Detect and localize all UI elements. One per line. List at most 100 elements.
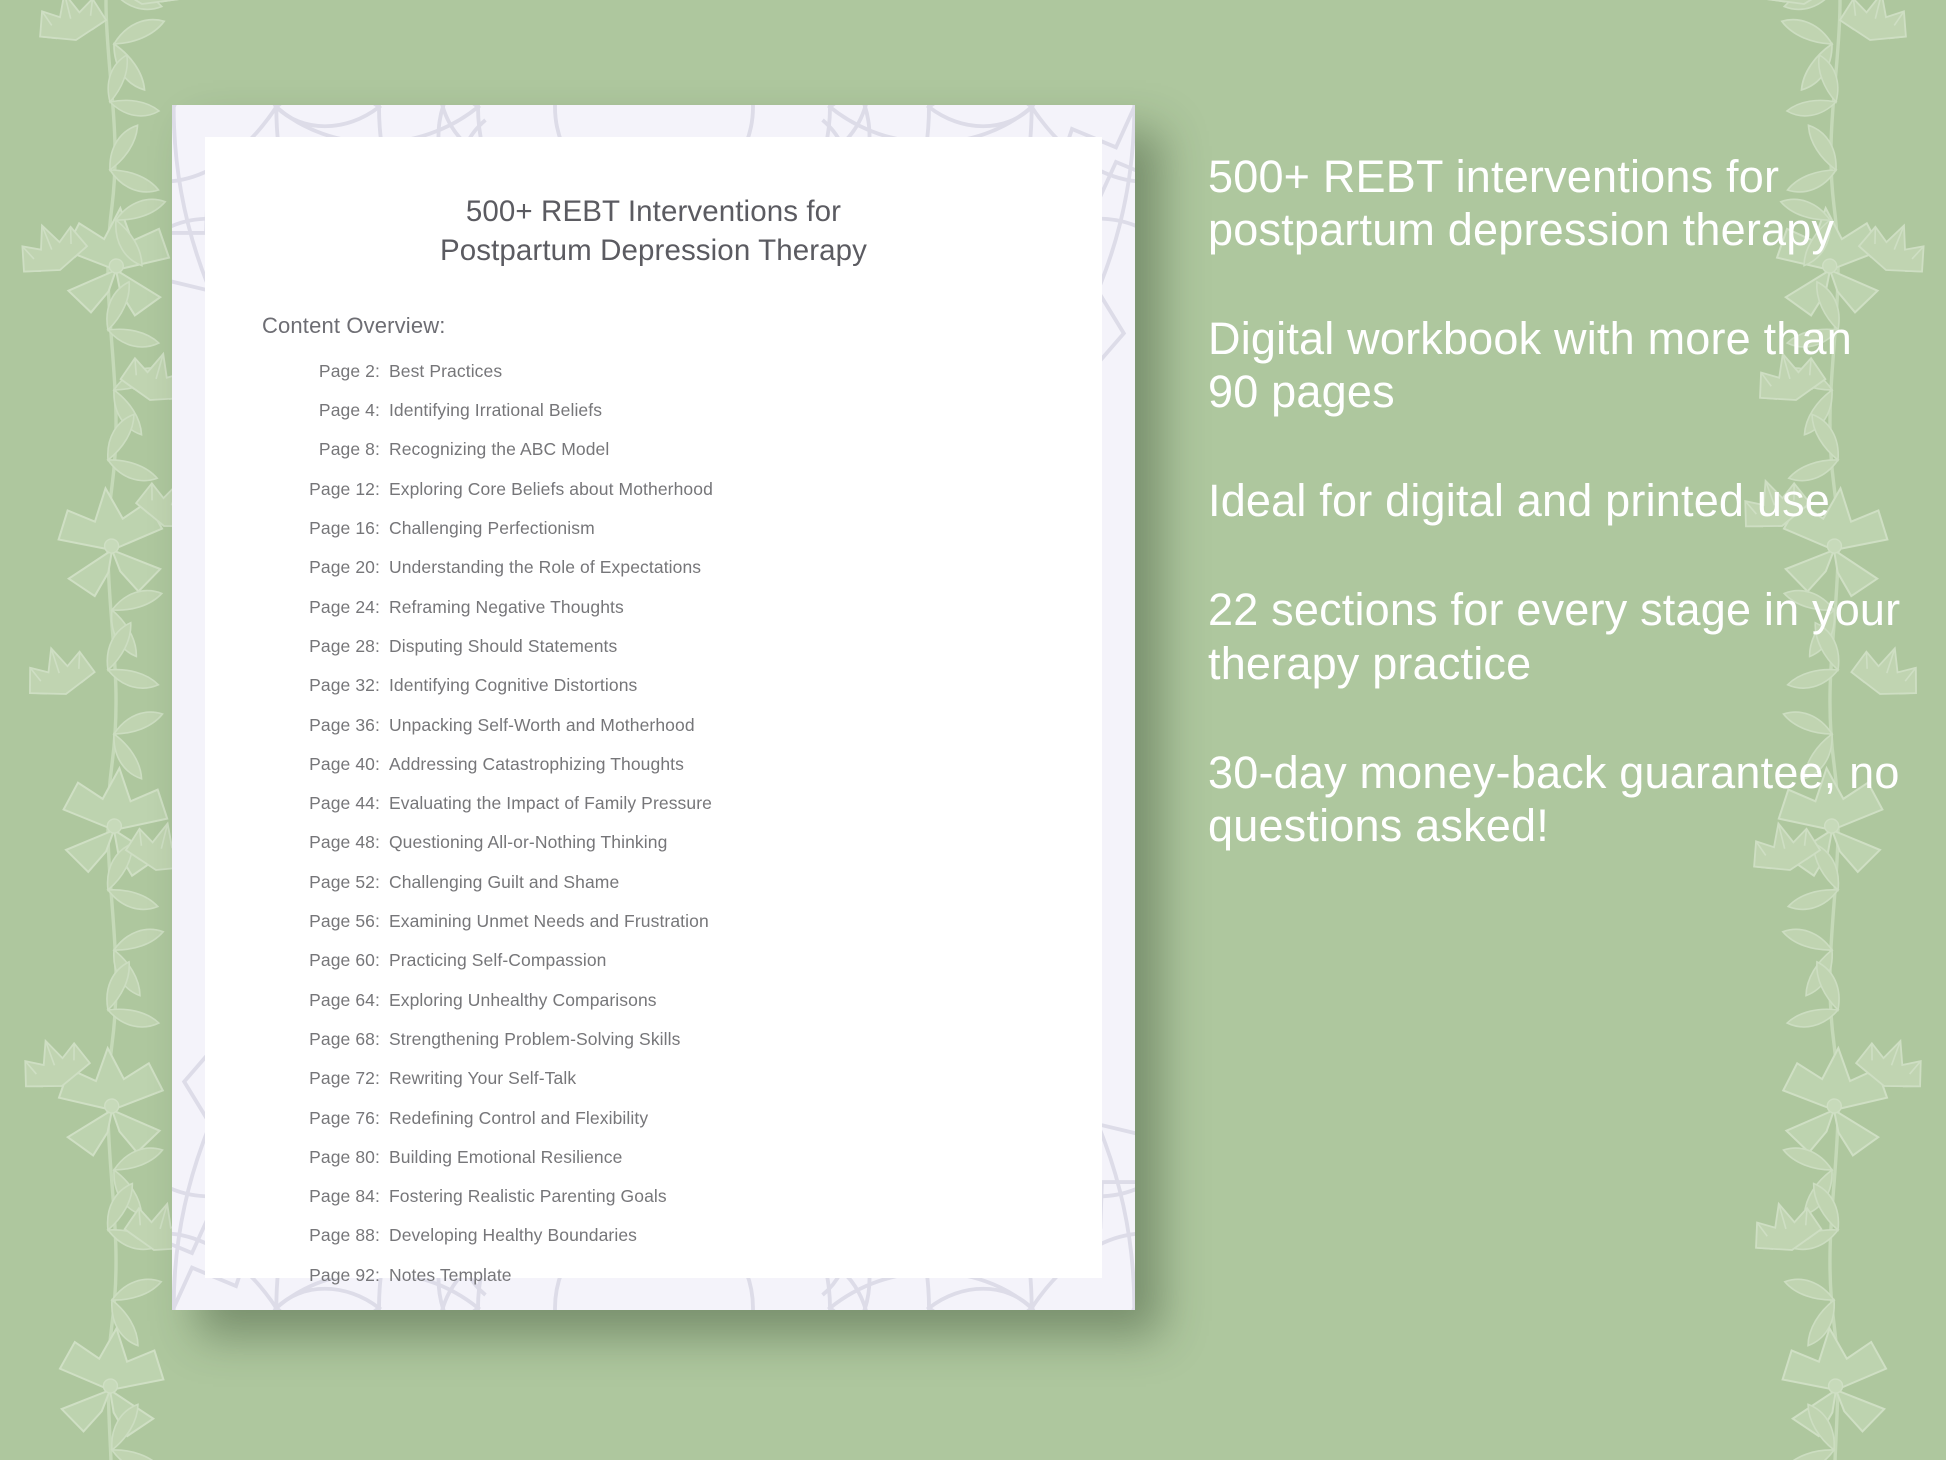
toc-entry-page-number: Page 40	[309, 753, 375, 774]
toc-entry[interactable]: Page 36: Unpacking Self-Worth and Motherh…	[290, 715, 1102, 754]
toc-entry[interactable]: Page 72: Rewriting Your Self-Talk	[290, 1068, 1102, 1107]
toc-entry-separator: :	[375, 950, 380, 971]
toc-entry[interactable]: Page 40: Addressing Catastrophizing Thoug…	[290, 754, 1102, 793]
toc-entry[interactable]: Page 64: Exploring Unhealthy Comparisons	[290, 990, 1102, 1029]
toc-entry-page-number: Page 12	[309, 478, 375, 499]
toc-entry-page-number: Page 56	[309, 911, 375, 932]
toc-entry-label: Fostering Realistic Parenting Goals	[388, 1186, 667, 1207]
toc-entry[interactable]: Page 20: Understanding the Role of Expect…	[290, 557, 1102, 596]
toc-entry-separator: :	[375, 871, 380, 892]
toc-entry-page-number: Page 68	[309, 1028, 375, 1049]
toc-entry-separator: :	[375, 911, 380, 932]
toc-entry[interactable]: Page 88: Developing Healthy Boundaries	[290, 1225, 1102, 1264]
toc-entry-separator: :	[375, 1186, 380, 1207]
toc-entry[interactable]: Page 4: Identifying Irrational Beliefs	[290, 400, 1102, 439]
toc-entry-label: Recognizing the ABC Model	[388, 439, 610, 460]
toc-entry[interactable]: Page 56: Examining Unmet Needs and Frustr…	[290, 911, 1102, 950]
toc-entry-label: Understanding the Role of Expectations	[388, 557, 702, 578]
promo-paragraph: Ideal for digital and printed use	[1208, 475, 1831, 527]
poster-canvas: 500+ REBT Interventions for Postpartum D…	[0, 0, 1946, 1460]
page-title-line-2: Postpartum Depression Therapy	[439, 233, 868, 267]
toc-entry-label: Practicing Self-Compassion	[388, 950, 607, 971]
toc-entry-page-number: Page 20	[309, 557, 375, 578]
toc-entry-separator: :	[375, 557, 380, 578]
toc-entry[interactable]: Page 76: Redefining Control and Flexibili…	[290, 1108, 1102, 1147]
toc-entry-separator: :	[375, 675, 380, 696]
promo-paragraph: 22 sections for every stage in your ther…	[1208, 584, 1901, 689]
toc-entry-separator: :	[375, 832, 380, 853]
toc-entry[interactable]: Page 92: Notes Template	[290, 1265, 1102, 1304]
toc-entry[interactable]: Page 44: Evaluating the Impact of Family …	[290, 793, 1102, 832]
toc-entry-separator: :	[375, 1225, 380, 1246]
toc-entry-label: Identifying Cognitive Distortions	[388, 675, 638, 696]
toc-entry[interactable]: Page 84: Fostering Realistic Parenting Go…	[290, 1186, 1102, 1225]
toc-entry-label: Strengthening Problem-Solving Skills	[388, 1028, 681, 1049]
toc-entry-label: Challenging Perfectionism	[388, 518, 595, 539]
toc-entry-page-number: Page 60	[309, 950, 375, 971]
toc-entry-page-number: Page 36	[309, 714, 375, 735]
toc-entry[interactable]: Page 32: Identifying Cognitive Distortion…	[290, 675, 1102, 714]
toc-entry-page-number: Page 44	[309, 793, 375, 814]
toc-entry-page-number: Page 76	[309, 1107, 375, 1128]
toc-entry-page-number: Page 84	[309, 1186, 375, 1207]
toc-entry-separator: :	[375, 360, 380, 381]
toc-entry-separator: :	[375, 596, 380, 617]
toc-entry-label: Rewriting Your Self-Talk	[388, 1068, 577, 1089]
toc-entry-separator: :	[375, 1107, 380, 1128]
toc-entry-separator: :	[375, 1146, 380, 1167]
promo-paragraph: Digital workbook with more than 90 pages	[1208, 313, 1852, 418]
toc-entry[interactable]: Page 52: Challenging Guilt and Shame	[290, 872, 1102, 911]
document-page: 500+ REBT Interventions for Postpartum D…	[205, 137, 1102, 1285]
toc-entry-page-number: Page 2	[318, 360, 375, 381]
toc-entry-label: Addressing Catastrophizing Thoughts	[388, 753, 684, 774]
toc-entry[interactable]: Page 68: Strengthening Problem-Solving Sk…	[290, 1029, 1102, 1068]
toc-entry[interactable]: Page 8: Recognizing the ABC Model	[290, 439, 1102, 478]
toc-entry-label: Examining Unmet Needs and Frustration	[388, 911, 709, 932]
toc-entry-page-number: Page 80	[309, 1146, 375, 1167]
toc-entry-page-number: Page 28	[309, 635, 375, 656]
toc-entry-page-number: Page 16	[309, 518, 375, 539]
content-overview-heading: Content Overview:	[262, 312, 446, 338]
toc-entry-separator: :	[375, 1068, 380, 1089]
toc-entry-separator: :	[375, 1028, 380, 1049]
toc-entry-page-number: Page 64	[309, 989, 375, 1010]
toc-entry-label: Identifying Irrational Beliefs	[388, 400, 603, 421]
toc-entry-separator: :	[375, 439, 380, 460]
toc-entry-page-number: Page 8	[318, 439, 375, 460]
toc-entry[interactable]: Page 12: Exploring Core Beliefs about Mot…	[290, 479, 1102, 518]
toc-entry-label: Developing Healthy Boundaries	[388, 1225, 638, 1246]
promo-paragraph: 30-day money-back guarantee, no question…	[1208, 746, 1900, 851]
toc-entry[interactable]: Page 16: Challenging Perfectionism	[290, 518, 1102, 557]
document-preview-card[interactable]: 500+ REBT Interventions for Postpartum D…	[172, 105, 1135, 1310]
toc-entry-separator: :	[375, 478, 380, 499]
toc-entry[interactable]: Page 80: Building Emotional Resilience	[290, 1147, 1102, 1186]
toc-entry-page-number: Page 24	[309, 596, 375, 617]
toc-entry-page-number: Page 88	[309, 1225, 375, 1246]
page-title: 500+ REBT Interventions for Postpartum D…	[205, 137, 1102, 271]
toc-entry[interactable]: Page 2: Best Practices	[290, 361, 1102, 400]
toc-entry-label: Notes Template	[388, 1264, 512, 1285]
toc-entry-label: Redefining Control and Flexibility	[388, 1107, 649, 1128]
toc-entry-page-number: Page 32	[309, 675, 375, 696]
toc-entry-separator: :	[375, 1264, 380, 1285]
page-title-line-1: 500+ REBT Interventions for	[465, 195, 842, 228]
toc-entry-label: Unpacking Self-Worth and Motherhood	[388, 714, 695, 735]
toc-entry-separator: :	[375, 714, 380, 735]
toc-entry-page-number: Page 72	[309, 1068, 375, 1089]
toc-entry-label: Reframing Negative Thoughts	[388, 596, 624, 617]
toc-entry-separator: :	[375, 635, 380, 656]
toc-entry-label: Building Emotional Resilience	[388, 1146, 623, 1167]
toc-entry-label: Evaluating the Impact of Family Pressure	[388, 793, 712, 814]
toc-entry-page-number: Page 92	[309, 1264, 375, 1285]
toc-entry-page-number: Page 4	[318, 400, 375, 421]
toc-entry[interactable]: Page 24: Reframing Negative Thoughts	[290, 597, 1102, 636]
toc-entry-label: Exploring Unhealthy Comparisons	[388, 989, 657, 1010]
toc-entry-separator: :	[375, 793, 380, 814]
toc-entry-label: Best Practices	[388, 360, 503, 381]
toc-entry[interactable]: Page 60: Practicing Self-Compassion	[290, 950, 1102, 989]
toc-entry[interactable]: Page 48: Questioning All-or-Nothing Think…	[290, 832, 1102, 871]
toc-entry-label: Challenging Guilt and Shame	[388, 871, 620, 892]
toc-entry[interactable]: Page 28: Disputing Should Statements	[290, 636, 1102, 675]
toc-entry-label: Questioning All-or-Nothing Thinking	[388, 832, 668, 853]
toc-entry-separator: :	[375, 753, 380, 774]
